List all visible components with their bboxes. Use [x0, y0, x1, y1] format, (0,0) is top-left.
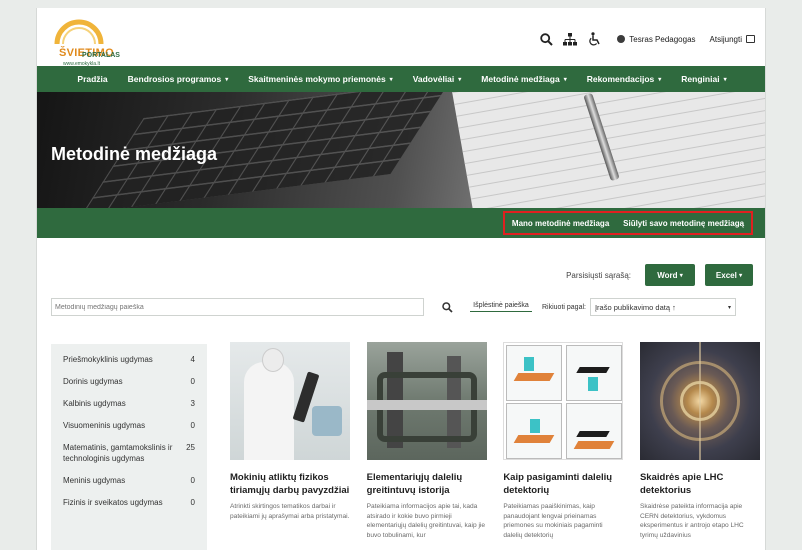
search-bar: Išplėstinė paieška Rikiuoti pagal: Įrašo…	[51, 297, 756, 317]
section-subnav: Mano metodinė medžiaga Siūlyti savo meto…	[37, 208, 765, 238]
card-title[interactable]: Kaip pasigaminti dalelių detektorių	[503, 472, 623, 497]
nav-label: Pradžia	[77, 74, 108, 84]
category-item[interactable]: Dorinis ugdymas 0	[51, 376, 207, 387]
category-name: Matematinis, gamtamokslinis ir technolog…	[63, 443, 173, 463]
category-item[interactable]: Priešmokyklinis ugdymas 4	[51, 354, 207, 365]
material-card[interactable]: Skaidrės apie LHC detektorius Skaidrėse …	[639, 342, 760, 550]
card-title[interactable]: Mokinių atliktų fizikos tiriamųjų darbų …	[230, 472, 350, 497]
word-label: Word	[657, 270, 678, 280]
download-label: Parsisiųsti sąrašą:	[566, 270, 631, 280]
nav-item-home[interactable]: Pradžia	[67, 74, 117, 84]
lhc-detector-image[interactable]	[639, 342, 760, 460]
search-icon[interactable]	[537, 30, 555, 48]
nav-label: Skaitmeninės mokymo priemonės	[248, 74, 386, 84]
nav-label: Bendrosios programos	[127, 74, 222, 84]
nav-label: Vadovėliai	[412, 74, 455, 84]
category-name: Meninis ugdymas	[63, 476, 126, 485]
chevron-down-icon: ▾	[389, 76, 393, 83]
detector-diagram-image[interactable]	[503, 342, 624, 460]
nav-item-events[interactable]: Renginiai ▾	[671, 74, 736, 84]
category-count: 0	[190, 476, 195, 485]
category-count: 25	[186, 443, 195, 452]
category-name: Fizinis ir sveikatos ugdymas	[63, 498, 163, 507]
search-icon[interactable]	[440, 300, 454, 314]
chevron-down-icon: ▾	[225, 76, 229, 83]
logo-line2: PORTALAS	[82, 52, 120, 59]
main-nav: Pradžia Bendrosios programos ▾ Skaitmenin…	[37, 66, 765, 92]
nav-item-textbooks[interactable]: Vadovėliai ▾	[403, 74, 472, 84]
nav-label: Metodinė medžiaga	[481, 74, 560, 84]
download-excel-button[interactable]: Excel ▾	[705, 264, 753, 286]
logout-icon	[746, 35, 755, 43]
download-word-button[interactable]: Word ▾	[645, 264, 695, 286]
category-item[interactable]: Kalbinis ugdymas 3	[51, 398, 207, 409]
category-sidebar: Priešmokyklinis ugdymas 4 Dorinis ugdymas…	[51, 344, 207, 550]
accelerator-image[interactable]	[366, 342, 487, 460]
material-cards: Mokinių atliktų fizikos tiriamųjų darbų …	[230, 342, 760, 550]
hero-banner: Metodinė medžiaga	[37, 92, 765, 208]
chevron-down-icon: ▾	[679, 272, 683, 279]
site-logo[interactable]: ŠVIETIMO PORTALAS www.emokykla.lt	[45, 14, 123, 67]
card-description: Skaidrėse pateikta informacija apie CERN…	[639, 503, 744, 539]
category-name: Kalbinis ugdymas	[63, 399, 126, 408]
chevron-down-icon: ▾	[739, 272, 743, 279]
category-count: 4	[190, 355, 195, 364]
chevron-down-icon: ▾	[658, 76, 662, 83]
category-count: 0	[190, 498, 195, 507]
card-title[interactable]: Skaidrės apie LHC detektorius	[640, 472, 760, 497]
chevron-down-icon: ▾	[727, 304, 731, 311]
nav-item-digital-tools[interactable]: Skaitmeninės mokymo priemonės ▾	[238, 74, 402, 84]
header-tools: Tesras Pedagogas Atsijungti	[537, 30, 765, 48]
card-description: Pateikiama informacijos apie tai, kada a…	[366, 503, 486, 539]
nav-item-curricula[interactable]: Bendrosios programos ▾	[118, 74, 239, 84]
category-count: 3	[190, 399, 195, 408]
sort-select[interactable]: Įrašo publikavimo datą ↑ ▾	[589, 298, 736, 316]
user-name: Tesras Pedagogas	[629, 34, 696, 44]
sort-direction-icon: ↑	[672, 302, 676, 312]
advanced-search-tab[interactable]: Išplėstinė paieška	[470, 302, 532, 312]
highlighted-subnav-links: Mano metodinė medžiaga Siūlyti savo meto…	[503, 211, 753, 235]
category-item[interactable]: Matematinis, gamtamokslinis ir technolog…	[51, 442, 207, 464]
material-card[interactable]: Mokinių atliktų fizikos tiriamųjų darbų …	[230, 342, 350, 550]
sitemap-icon[interactable]	[561, 30, 579, 48]
category-name: Priešmokyklinis ugdymas	[63, 355, 153, 364]
sort-value: Įrašo publikavimo datą	[594, 302, 671, 312]
user-icon	[617, 35, 626, 43]
download-list-row: Parsisiųsti sąrašą: Word ▾ Excel ▾	[566, 264, 753, 286]
nav-item-methodical-material[interactable]: Metodinė medžiaga ▾	[471, 74, 576, 84]
logout-label: Atsijungti	[709, 34, 742, 44]
page-title: Metodinė medžiaga	[51, 144, 218, 164]
nav-label: Renginiai	[681, 74, 720, 84]
search-input[interactable]	[51, 298, 424, 316]
category-count: 0	[190, 421, 195, 430]
my-materials-link[interactable]: Mano metodinė medžiaga	[512, 219, 609, 228]
accessibility-icon[interactable]	[585, 30, 603, 48]
chevron-down-icon: ▾	[723, 76, 727, 83]
chevron-down-icon: ▾	[563, 76, 567, 83]
category-item[interactable]: Visuomeninis ugdymas 0	[51, 420, 207, 431]
chevron-down-icon: ▾	[458, 76, 462, 83]
top-header: ŠVIETIMO PORTALAS www.emokykla.lt Tesras…	[37, 8, 765, 67]
category-count: 0	[190, 377, 195, 386]
category-item[interactable]: Fizinis ir sveikatos ugdymas 0	[51, 497, 207, 508]
material-card[interactable]: Elementariųjų dalelių greitintuvų istori…	[366, 342, 487, 550]
logout-link[interactable]: Atsijungti	[710, 35, 755, 44]
nav-label: Rekomendacijos	[586, 74, 655, 84]
category-name: Visuomeninis ugdymas	[63, 421, 146, 430]
excel-label: Excel	[715, 270, 737, 280]
browser-page: ŠVIETIMO PORTALAS www.emokykla.lt Tesras…	[36, 8, 766, 550]
user-profile[interactable]: Tesras Pedagogas	[617, 34, 696, 44]
sort-label: Rikiuoti pagal:	[542, 303, 586, 311]
category-item[interactable]: Meninis ugdymas 0	[51, 475, 207, 486]
card-title[interactable]: Elementariųjų dalelių greitintuvų istori…	[367, 472, 487, 497]
nav-item-recommendations[interactable]: Rekomendacijos ▾	[577, 74, 672, 84]
material-card[interactable]: Kaip pasigaminti dalelių detektorių Pate…	[503, 342, 624, 550]
lab-microscope-image[interactable]	[230, 342, 350, 460]
submit-material-link[interactable]: Siūlyti savo metodinę medžiagą	[623, 219, 744, 228]
card-description: Atrinkti skirtingos tematikos darbai ir …	[230, 503, 350, 520]
category-name: Dorinis ugdymas	[63, 377, 123, 386]
card-description: Pateikiamas paaiškinimas, kaip panaudoja…	[503, 503, 603, 539]
